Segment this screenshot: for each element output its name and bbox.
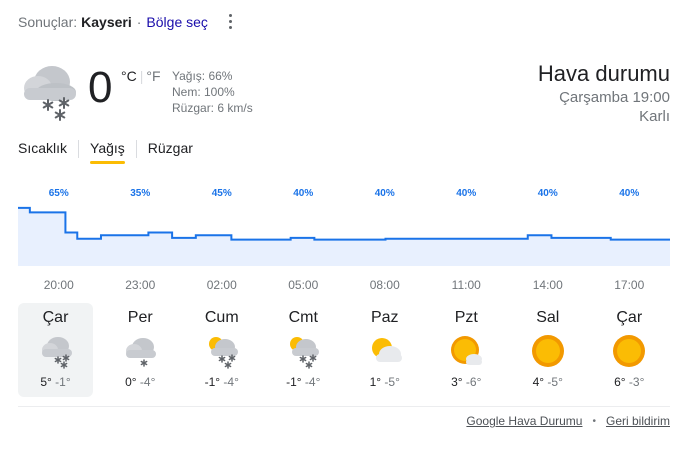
day-high: 3° bbox=[451, 375, 463, 389]
day-card[interactable]: Çar 5° -1° bbox=[18, 303, 93, 397]
day-low: -4° bbox=[223, 375, 239, 389]
weather-condition: Karlı bbox=[639, 108, 670, 125]
wind-text: Rüzgar: 6 km/s bbox=[172, 101, 253, 115]
partly-cloudy-icon bbox=[367, 333, 403, 369]
precipitation-value-label: 40% bbox=[538, 188, 558, 199]
feedback-link[interactable]: Geri bildirim bbox=[606, 414, 670, 428]
tab-divider bbox=[78, 140, 80, 158]
unit-separator: | bbox=[139, 68, 144, 84]
day-high: -1° bbox=[286, 375, 302, 389]
separator-dot: · bbox=[136, 14, 142, 30]
precipitation-value-label: 40% bbox=[293, 188, 313, 199]
tab-precipitation[interactable]: Yağış bbox=[90, 138, 125, 164]
unit-celsius[interactable]: °C bbox=[121, 68, 137, 84]
results-bar: Sonuçlar: Kayseri · Bölge seç bbox=[18, 12, 208, 32]
more-vert-icon[interactable] bbox=[224, 11, 236, 31]
unit-fahrenheit[interactable]: °F bbox=[146, 68, 160, 84]
snow-light-cloud-icon bbox=[122, 333, 158, 369]
day-high: 6° bbox=[614, 375, 626, 389]
precipitation-line bbox=[18, 206, 670, 241]
precipitation-chart-svg: 65% 20:00 35% 23:00 45% 02:00 40% 05:00 40% 08:00… bbox=[18, 188, 670, 292]
day-card[interactable]: Cum -1° -4° bbox=[181, 303, 263, 397]
day-name: Cmt bbox=[288, 309, 318, 326]
day-name: Çar bbox=[616, 309, 643, 326]
day-card[interactable]: Paz 1° -5° bbox=[344, 303, 426, 397]
weather-datetime: Çarşamba 19:00 bbox=[559, 89, 670, 106]
precipitation-value-label: 35% bbox=[130, 188, 150, 199]
day-temps: 4° -5° bbox=[507, 375, 589, 389]
day-temps: 0° -4° bbox=[100, 375, 182, 389]
day-name: Sal bbox=[536, 309, 560, 326]
day-temps: -1° -4° bbox=[263, 375, 345, 389]
sunny-icon bbox=[611, 333, 647, 369]
day-temps: 5° -1° bbox=[18, 375, 93, 389]
precipitation-value-label: 40% bbox=[375, 188, 395, 199]
day-card[interactable]: Cmt -1° -4° bbox=[263, 303, 345, 397]
day-temps: 1° -5° bbox=[344, 375, 426, 389]
time-tick-label: 20:00 bbox=[44, 278, 74, 292]
snow-cloud-icon bbox=[16, 58, 80, 122]
weather-details: Yağış: 66% Nem: 100% Rüzgar: 6 km/s bbox=[172, 68, 253, 116]
precipitation-text: Yağış: 66% bbox=[172, 69, 233, 83]
time-tick-label: 14:00 bbox=[533, 278, 563, 292]
precipitation-value-label: 40% bbox=[619, 188, 639, 199]
day-low: -1° bbox=[55, 375, 71, 389]
tab-temperature[interactable]: Sıcaklık bbox=[18, 138, 67, 164]
tab-wind[interactable]: Rüzgar bbox=[148, 138, 193, 164]
weather-source-link[interactable]: Google Hava Durumu bbox=[466, 414, 582, 428]
tab-divider bbox=[135, 140, 137, 158]
time-tick-label: 11:00 bbox=[452, 278, 481, 292]
day-temps: 3° -6° bbox=[426, 375, 508, 389]
day-name: Paz bbox=[370, 309, 399, 326]
mostly-sunny-icon bbox=[448, 333, 484, 369]
day-name: Çar bbox=[42, 309, 69, 326]
day-low: -5° bbox=[384, 375, 400, 389]
precipitation-chart: 65% 20:00 35% 23:00 45% 02:00 40% 05:00 40% 08:00… bbox=[18, 178, 670, 298]
current-temperature: 0 bbox=[88, 63, 113, 112]
day-card[interactable]: Per 0° -4° bbox=[100, 303, 182, 397]
precipitation-value-label: 45% bbox=[212, 188, 232, 199]
day-high: 0° bbox=[125, 375, 137, 389]
precipitation-value-label: 40% bbox=[456, 188, 476, 199]
footer-bullet: • bbox=[592, 415, 596, 427]
day-high: 5° bbox=[40, 375, 52, 389]
weather-title: Hava durumu bbox=[537, 61, 670, 86]
day-low: -4° bbox=[304, 375, 321, 389]
daily-forecast: Çar 5° -1° Per 0° -4° Cum -1° -4° Cmt -1… bbox=[18, 303, 670, 397]
footer-divider bbox=[18, 406, 670, 407]
snow-sun-cloud-icon bbox=[285, 333, 321, 369]
day-name: Cum bbox=[204, 309, 239, 326]
day-low: -3° bbox=[628, 375, 645, 389]
results-label: Sonuçlar: bbox=[18, 14, 78, 30]
footer: Google Hava Durumu • Geri bildirim bbox=[466, 414, 670, 428]
time-tick-label: 05:00 bbox=[288, 278, 318, 292]
time-tick-label: 08:00 bbox=[370, 278, 400, 292]
snow-cloud-icon bbox=[38, 333, 74, 369]
metric-tabs: Sıcaklık Yağış Rüzgar bbox=[18, 138, 193, 164]
sunny-icon bbox=[530, 333, 566, 369]
precipitation-value-label: 65% bbox=[49, 188, 69, 199]
select-region-link[interactable]: Bölge seç bbox=[146, 14, 207, 30]
time-tick-label: 17:00 bbox=[614, 278, 644, 292]
day-name: Per bbox=[127, 309, 153, 326]
location-name: Kayseri bbox=[81, 14, 132, 30]
day-card[interactable]: Pzt 3° -6° bbox=[426, 303, 508, 397]
unit-toggle: °C | °F bbox=[121, 68, 161, 84]
day-temps: -1° -4° bbox=[181, 375, 263, 389]
day-high: -1° bbox=[204, 375, 221, 389]
time-tick-label: 23:00 bbox=[125, 278, 155, 292]
time-tick-label: 02:00 bbox=[207, 278, 237, 292]
day-low: -6° bbox=[465, 375, 482, 389]
day-card[interactable]: Çar 6° -3° bbox=[589, 303, 671, 397]
day-low: -5° bbox=[547, 375, 563, 389]
humidity-text: Nem: 100% bbox=[172, 85, 235, 99]
day-name: Pzt bbox=[454, 309, 478, 326]
day-high: 1° bbox=[369, 375, 382, 389]
snow-sun-cloud-icon bbox=[204, 333, 240, 369]
day-high: 4° bbox=[532, 375, 545, 389]
day-temps: 6° -3° bbox=[589, 375, 671, 389]
day-card[interactable]: Sal 4° -5° bbox=[507, 303, 589, 397]
day-low: -4° bbox=[139, 375, 156, 389]
